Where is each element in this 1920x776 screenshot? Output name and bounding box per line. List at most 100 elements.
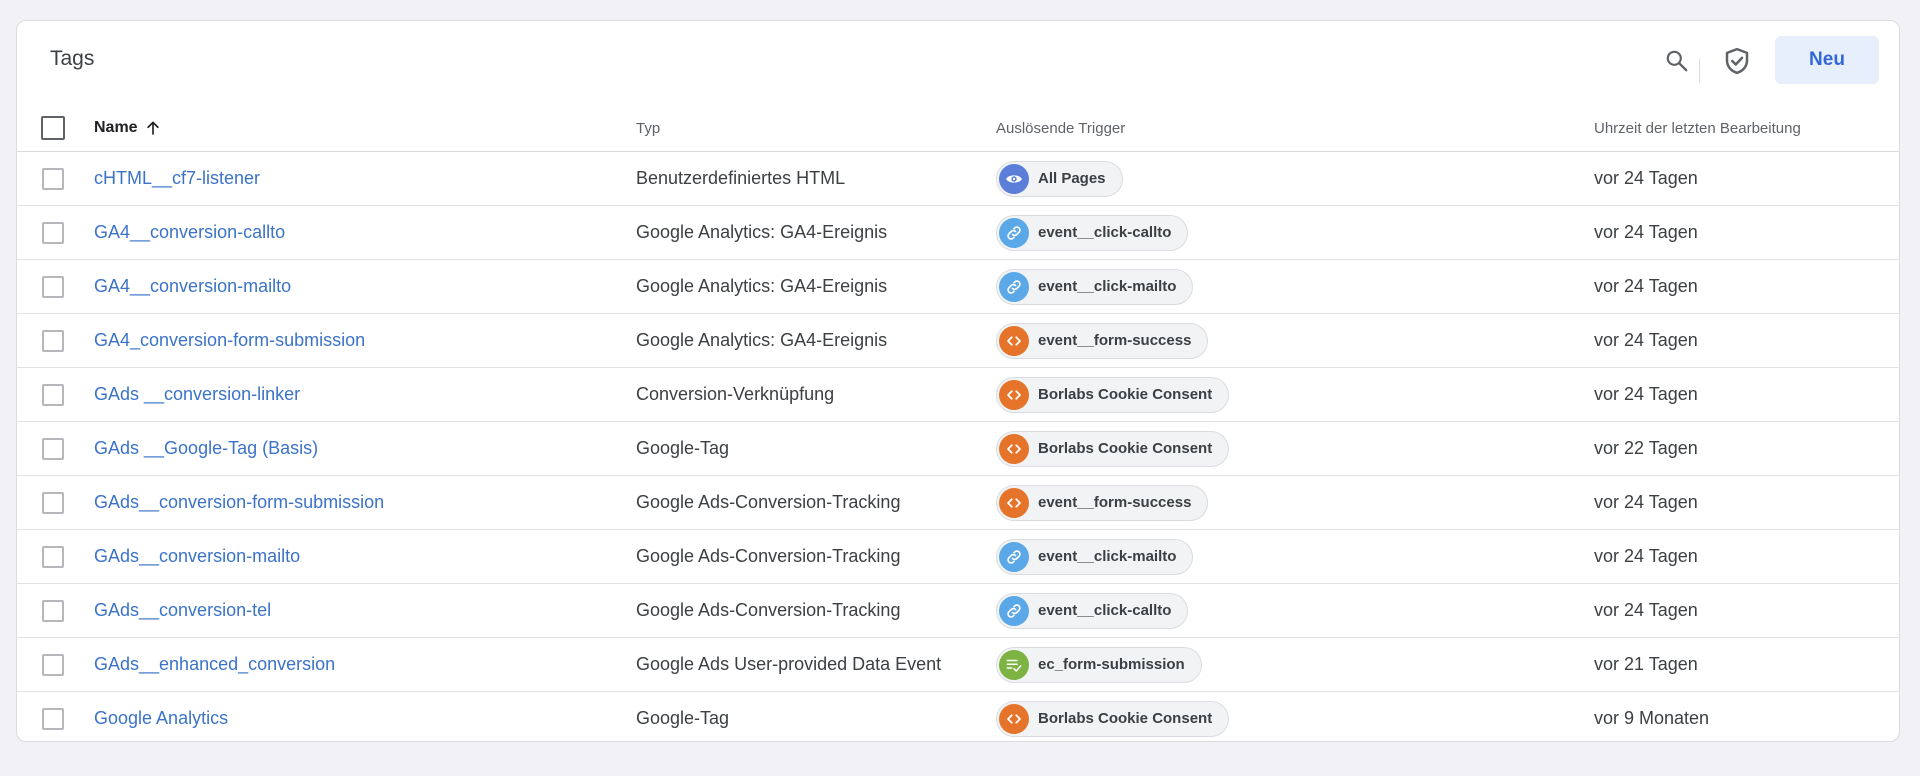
tag-name-link[interactable]: cHTML__cf7-listener [94,152,260,205]
tag-type: Conversion-Verknüpfung [636,384,835,404]
trigger-label: All Pages [1038,170,1106,187]
last-edited: vor 24 Tagen [1594,546,1698,566]
last-edited: vor 24 Tagen [1594,222,1698,242]
select-all-checkbox[interactable] [41,116,65,140]
header-divider [1699,59,1700,83]
row-checkbox[interactable] [42,708,64,730]
table-row[interactable]: GAds __conversion-linker Conversion-Verkn… [17,368,1899,422]
trigger-chip[interactable]: Borlabs Cookie Consent [996,430,1230,467]
trigger-label: event__form-success [1038,494,1192,511]
row-checkbox[interactable] [42,168,64,190]
trigger-cell: event__click-callto [996,584,1189,637]
table-row[interactable]: GA4__conversion-mailto Google Analytics: … [17,260,1899,314]
trigger-chip[interactable]: event__form-success [996,484,1209,521]
last-edited: vor 24 Tagen [1594,492,1698,512]
trigger-label: event__click-mailto [1038,278,1177,295]
trigger-cell: All Pages [996,152,1123,205]
tag-type: Google-Tag [636,708,730,728]
trigger-cell: event__click-mailto [996,530,1194,583]
tag-type: Google Ads-Conversion-Tracking [636,600,901,620]
row-checkbox[interactable] [42,438,64,460]
last-edited: vor 24 Tagen [1594,384,1698,404]
trigger-chip[interactable]: Borlabs Cookie Consent [996,376,1230,413]
trigger-cell: event__form-success [996,476,1209,529]
trigger-cell: event__click-callto [996,206,1189,259]
trigger-chip[interactable]: event__form-success [996,322,1209,359]
trigger-label: event__form-success [1038,332,1192,349]
table-row[interactable]: cHTML__cf7-listener Benutzerdefiniertes H… [17,152,1899,206]
link-icon [999,595,1029,626]
shield-check-icon [1725,47,1749,75]
tag-name-link[interactable]: GAds __Google-Tag (Basis) [94,422,318,475]
column-trigger[interactable]: Auslösende Trigger [996,105,1125,151]
table-header: Name Typ Auslösende Trigger Uhrzeit der … [17,105,1899,152]
tag-type: Google Analytics: GA4-Ereignis [636,276,888,296]
row-checkbox[interactable] [42,654,64,676]
table-row[interactable]: GA4_conversion-form-submission Google Ana… [17,314,1899,368]
tag-type: Google-Tag [636,438,730,458]
table-row[interactable]: GAds__conversion-mailto Google Ads-Conver… [17,530,1899,584]
row-checkbox[interactable] [42,384,64,406]
trigger-chip[interactable]: event__click-callto [996,592,1189,629]
new-button[interactable]: Neu [1775,36,1879,84]
link-icon [999,217,1029,248]
trigger-label: Borlabs Cookie Consent [1038,710,1213,727]
form-check-icon [999,649,1029,680]
row-checkbox[interactable] [42,222,64,244]
column-name[interactable]: Name [94,105,162,151]
search-button[interactable] [1657,41,1697,81]
trigger-label: event__click-callto [1038,224,1172,241]
shield-button[interactable] [1717,41,1757,81]
trigger-chip[interactable]: event__click-mailto [996,538,1194,575]
trigger-chip[interactable]: All Pages [996,160,1123,197]
row-checkbox[interactable] [42,276,64,298]
table-row[interactable]: GAds__conversion-tel Google Ads-Conversio… [17,584,1899,638]
table-row[interactable]: GAds__enhanced_conversion Google Ads User… [17,638,1899,692]
tag-name-link[interactable]: GAds__conversion-tel [94,584,271,637]
tag-name-link[interactable]: GAds __conversion-linker [94,368,300,421]
tag-name-link[interactable]: GA4_conversion-form-submission [94,314,365,367]
trigger-chip[interactable]: ec_form-submission [996,646,1202,683]
trigger-label: ec_form-submission [1038,656,1185,673]
tags-table: Name Typ Auslösende Trigger Uhrzeit der … [17,105,1899,741]
tag-name-link[interactable]: GA4__conversion-mailto [94,260,291,313]
tag-type: Google Analytics: GA4-Ereignis [636,330,888,350]
code-icon [999,379,1029,410]
tag-name-link[interactable]: GAds__enhanced_conversion [94,638,335,691]
trigger-label: event__click-mailto [1038,548,1177,565]
table-row[interactable]: GAds __Google-Tag (Basis) Google-Tag Borla… [17,422,1899,476]
tag-name-link[interactable]: GA4__conversion-callto [94,206,285,259]
last-edited: vor 21 Tagen [1594,654,1698,674]
tag-type: Google Ads User-provided Data Event [636,654,942,674]
row-checkbox[interactable] [42,600,64,622]
trigger-cell: ec_form-submission [996,638,1202,691]
trigger-chip[interactable]: event__click-mailto [996,268,1194,305]
row-checkbox[interactable] [42,330,64,352]
trigger-cell: Borlabs Cookie Consent [996,692,1230,741]
code-icon [999,487,1029,518]
table-row[interactable]: GAds__conversion-form-submission Google A… [17,476,1899,530]
trigger-cell: Borlabs Cookie Consent [996,422,1230,475]
trigger-cell: Borlabs Cookie Consent [996,368,1230,421]
code-icon [999,325,1029,356]
tag-name-link[interactable]: Google Analytics [94,692,228,741]
row-checkbox[interactable] [42,546,64,568]
last-edited: vor 24 Tagen [1594,276,1698,296]
tag-name-link[interactable]: GAds__conversion-form-submission [94,476,384,529]
trigger-chip[interactable]: Borlabs Cookie Consent [996,700,1230,737]
table-row[interactable]: Google Analytics Google-Tag Borlabs Cookie… [17,692,1899,741]
eye-icon [999,163,1029,194]
table-row[interactable]: GA4__conversion-callto Google Analytics: … [17,206,1899,260]
column-type[interactable]: Typ [636,105,660,151]
trigger-cell: event__click-mailto [996,260,1194,313]
trigger-label: Borlabs Cookie Consent [1038,386,1213,403]
column-last-edited[interactable]: Uhrzeit der letzten Bearbeitung [1594,105,1801,151]
tag-type: Google Ads-Conversion-Tracking [636,546,901,566]
row-checkbox[interactable] [42,492,64,514]
tags-card: Tags Neu Name Typ Auslösende Trigger Uhr… [16,20,1900,742]
trigger-chip[interactable]: event__click-callto [996,214,1189,251]
tag-name-link[interactable]: GAds__conversion-mailto [94,530,300,583]
trigger-label: Borlabs Cookie Consent [1038,440,1213,457]
code-icon [999,433,1029,464]
trigger-label: event__click-callto [1038,602,1172,619]
